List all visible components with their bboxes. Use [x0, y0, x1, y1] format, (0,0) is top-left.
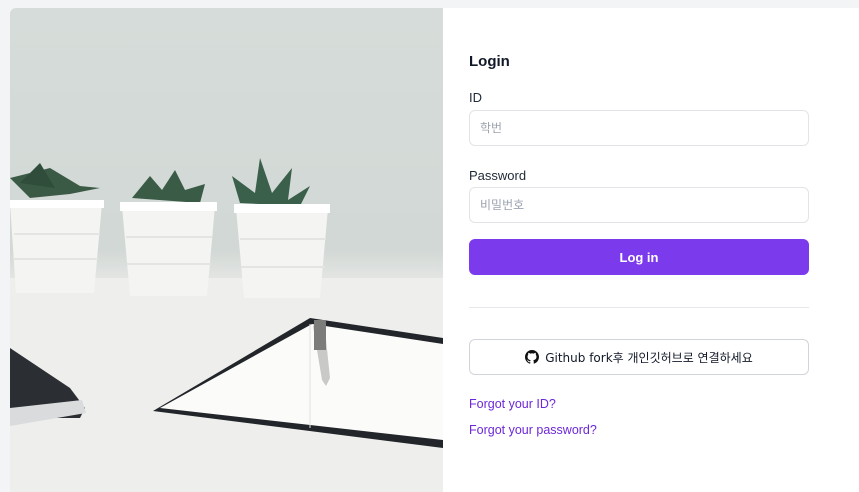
- forgot-password-link[interactable]: Forgot your password?: [469, 423, 597, 437]
- form-title: Login: [469, 53, 510, 70]
- id-input[interactable]: [469, 110, 809, 146]
- password-input[interactable]: [469, 187, 809, 223]
- id-label: ID: [469, 90, 482, 105]
- github-button-label: Github fork후 개인깃허브로 연결하세요: [545, 350, 753, 365]
- github-button[interactable]: Github fork후 개인깃허브로 연결하세요: [469, 339, 809, 375]
- plant-pot-left: [10, 163, 104, 293]
- password-label: Password: [469, 168, 527, 183]
- divider: [469, 307, 809, 308]
- plant-pot-middle: [120, 170, 217, 296]
- plant-pot-right: [232, 158, 330, 298]
- github-icon: [525, 350, 540, 364]
- forgot-id-link[interactable]: Forgot your ID?: [469, 397, 556, 411]
- hero-photo: [10, 8, 443, 492]
- login-button[interactable]: Log in: [469, 239, 809, 275]
- desk-illustration: [10, 158, 443, 492]
